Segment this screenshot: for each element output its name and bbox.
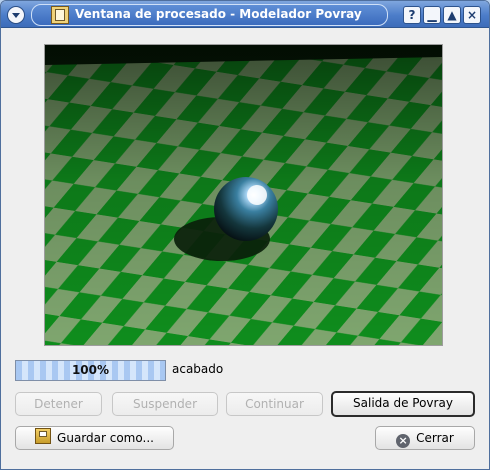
render-preview [44,44,443,346]
close-icon[interactable]: × [463,6,481,24]
save-as-label: Guardar como... [57,431,154,445]
povray-output-button[interactable]: Salida de Povray [331,391,475,417]
continue-button[interactable]: Continuar [226,392,323,416]
close-label: Cerrar [416,431,454,445]
title-bar[interactable]: Ventana de procesado - Modelador Povray … [1,1,489,28]
close-icon: × [396,434,411,448]
minimize-icon[interactable]: ▁ [423,6,441,24]
suspend-button[interactable]: Suspender [112,392,218,416]
status-text: acabado [172,362,224,376]
close-button[interactable]: × Cerrar [375,426,475,450]
rendered-scene-image [45,45,442,345]
window-title: Ventana de procesado - Modelador Povray [75,7,362,21]
render-window: Ventana de procesado - Modelador Povray … [0,0,490,470]
progress-percent-label: 100% [71,363,110,377]
save-as-button[interactable]: Guardar como... [15,426,174,450]
maximize-icon[interactable]: ▲ [443,6,461,24]
povray-app-icon [51,6,69,24]
save-icon [35,428,52,444]
progress-bar: 100% [15,360,166,381]
stop-button[interactable]: Detener [15,392,102,416]
content-area: 100% acabado Detener Suspender Continuar… [1,28,489,469]
chevron-down-icon[interactable] [7,6,25,24]
help-icon[interactable]: ? [403,6,421,24]
